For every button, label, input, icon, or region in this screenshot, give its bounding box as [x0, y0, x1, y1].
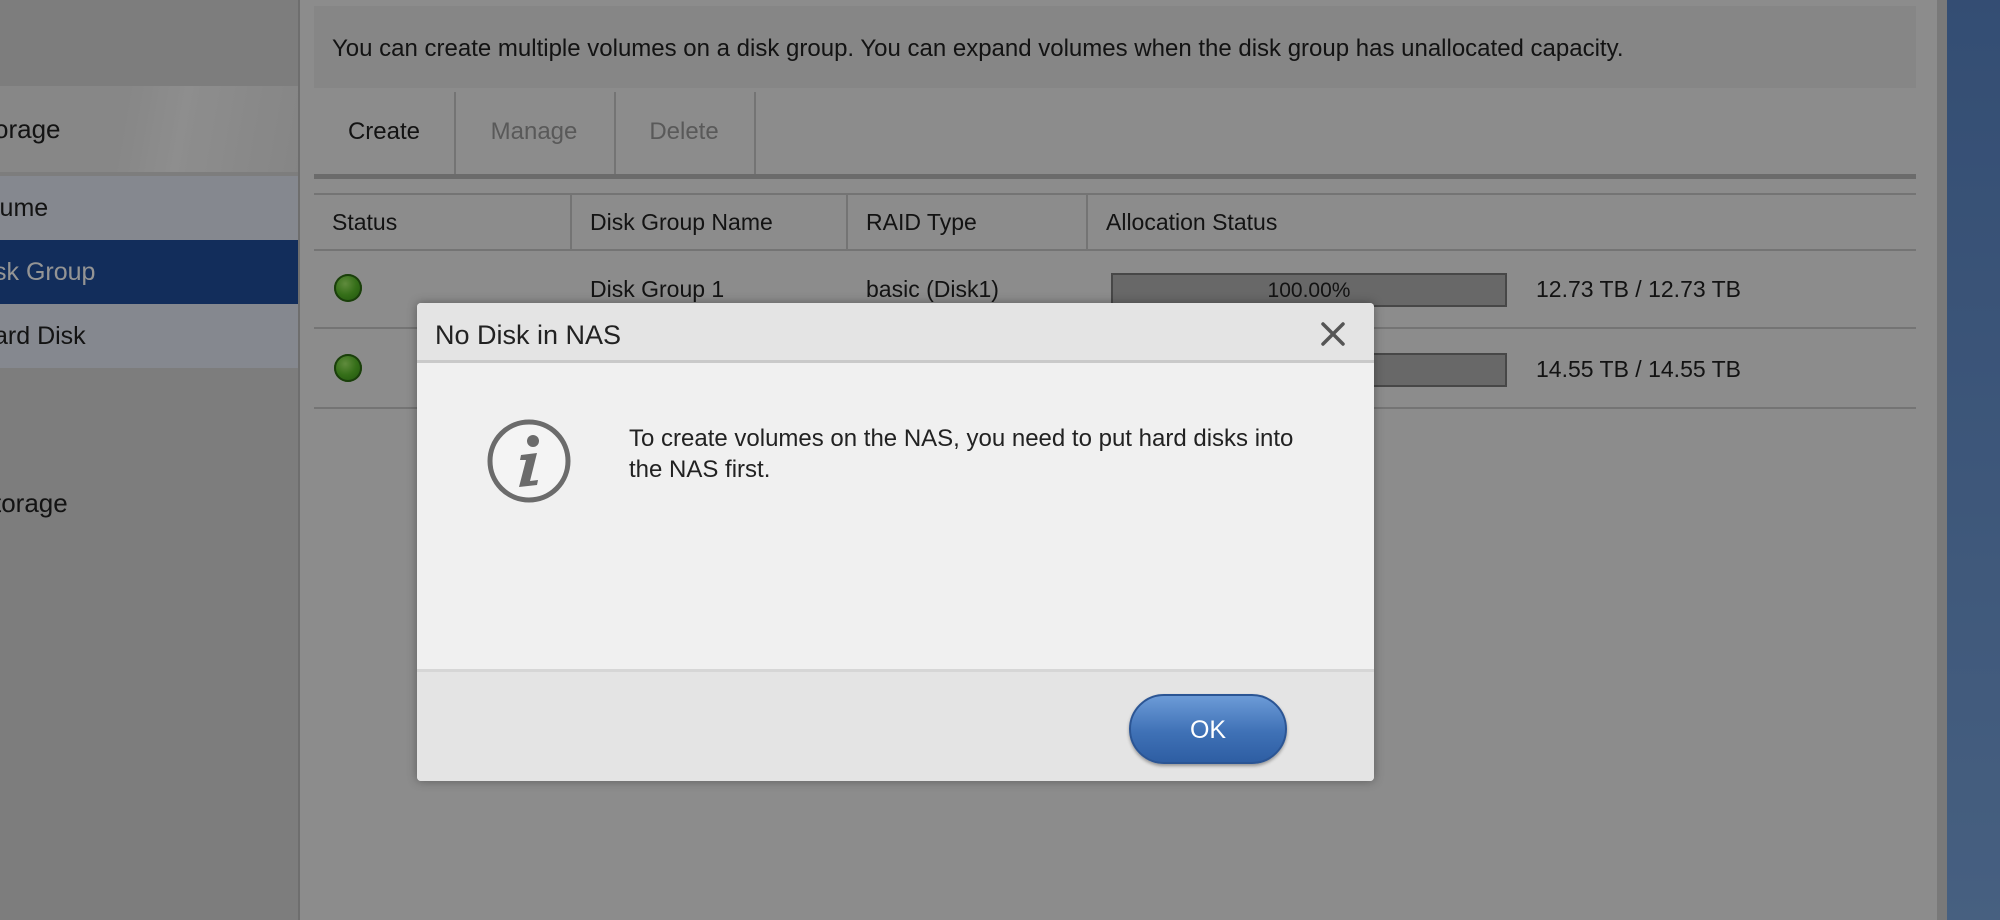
info-icon — [485, 417, 573, 505]
no-disk-dialog: No Disk in NAS To create volumes on the … — [417, 303, 1374, 781]
dialog-body: To create volumes on the NAS, you need t… — [417, 379, 1374, 669]
dialog-title: No Disk in NAS — [417, 303, 1374, 363]
dialog-footer: OK — [417, 669, 1374, 781]
dialog-title-text: No Disk in NAS — [435, 320, 622, 350]
ok-button[interactable]: OK — [1129, 694, 1287, 764]
close-icon[interactable] — [1316, 317, 1350, 351]
dialog-message: To create volumes on the NAS, you need t… — [629, 425, 1294, 483]
